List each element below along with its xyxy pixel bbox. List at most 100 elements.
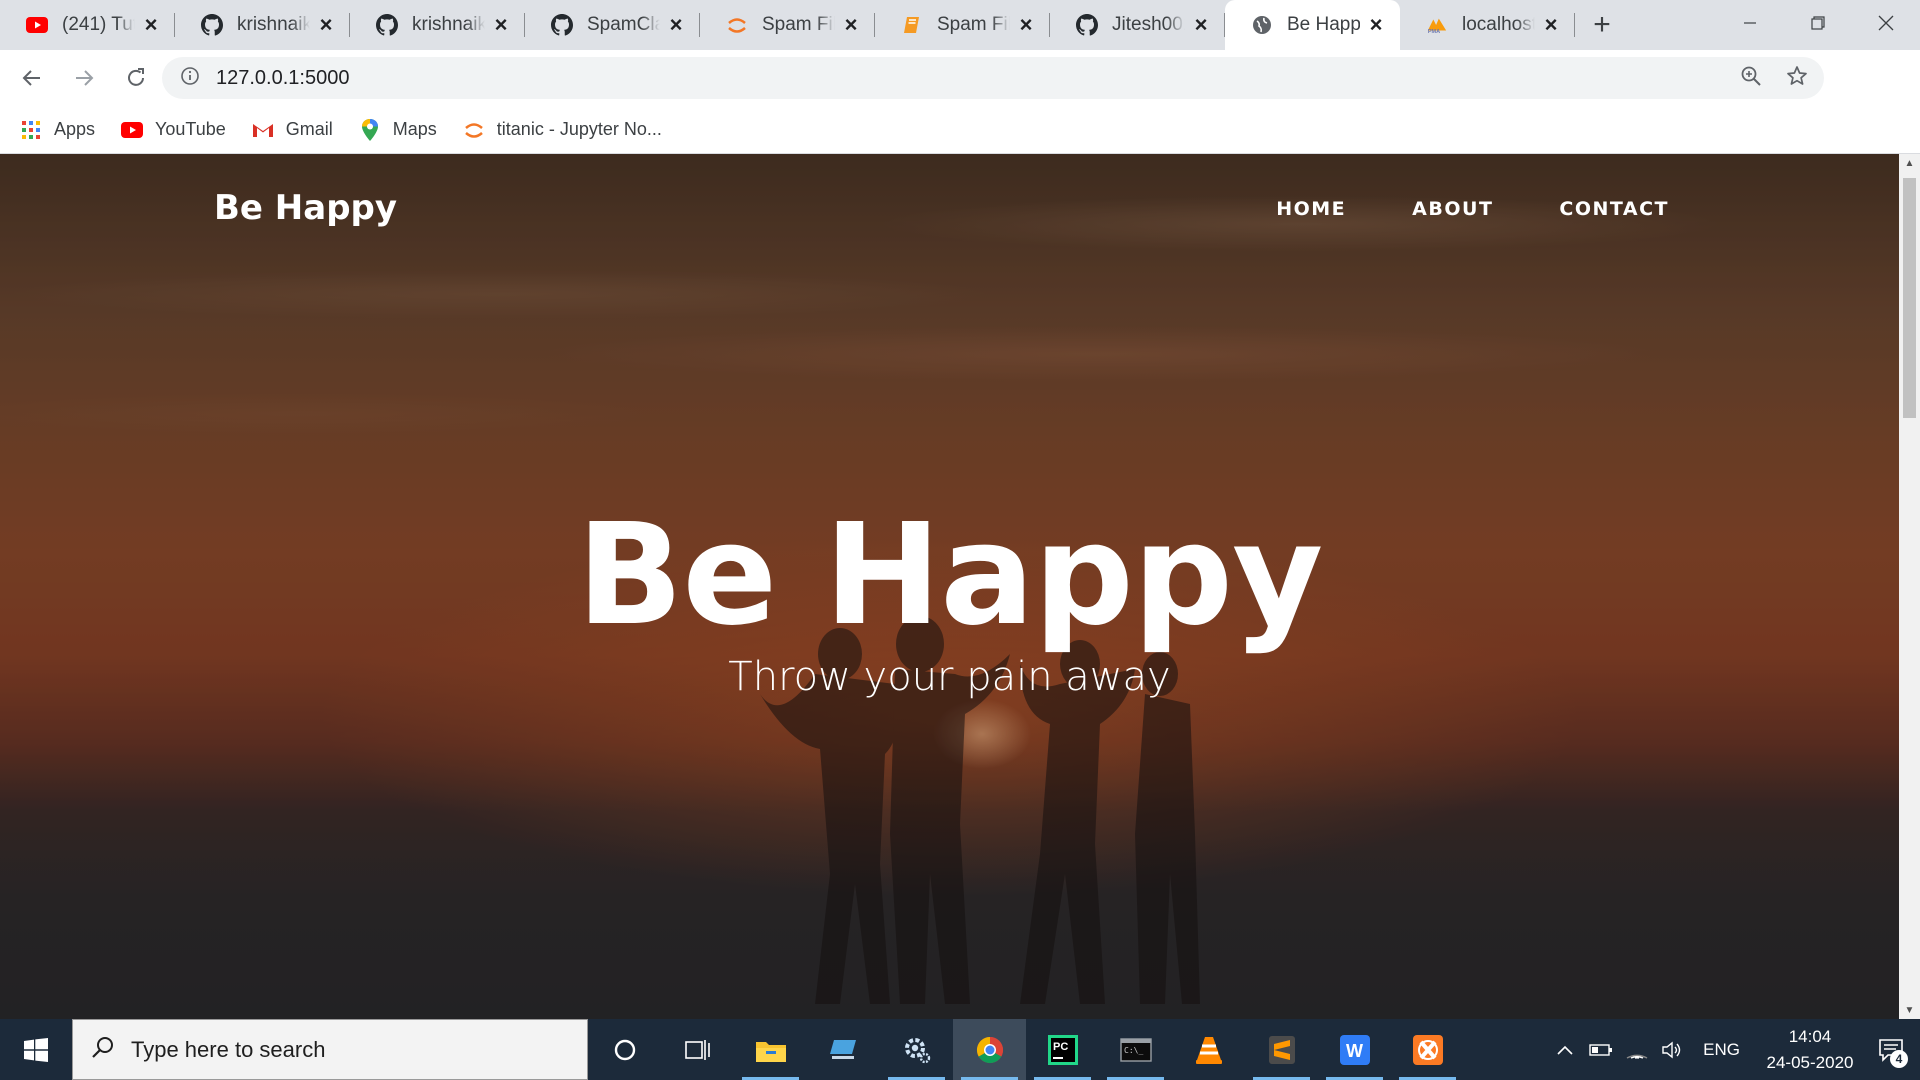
clock[interactable]: 14:04 24-05-2020	[1758, 1024, 1862, 1076]
tab-title: krishnaik0	[237, 14, 310, 35]
close-tab-icon[interactable]: ×	[491, 12, 511, 37]
page-viewport: Be Happy HOME ABOUT CONTACT Be Happy Thr…	[0, 154, 1899, 1019]
windows-logo-icon	[24, 1037, 48, 1062]
github-icon	[376, 14, 398, 36]
bookmark-maps[interactable]: Maps	[359, 118, 437, 141]
wifi-icon[interactable]	[1619, 1019, 1655, 1080]
tab-jupyter-spam-filter[interactable]: Spam Filte ×	[700, 0, 875, 50]
tab-title: krishnaik0	[412, 14, 485, 35]
chrome-icon[interactable]	[953, 1019, 1026, 1080]
pycharm-icon[interactable]: PC	[1026, 1019, 1099, 1080]
notification-count-badge: 4	[1890, 1050, 1908, 1068]
tab-github-krishnaik-1[interactable]: krishnaik0 ×	[175, 0, 350, 50]
close-tab-icon[interactable]: ×	[1366, 12, 1386, 37]
globe-icon	[1251, 14, 1273, 36]
bookmark-titanic-jupyter[interactable]: titanic - Jupyter No...	[463, 119, 662, 141]
page-scrollbar[interactable]: ▲ ▼	[1899, 154, 1920, 1019]
gmail-icon	[252, 119, 274, 141]
chevron-up-icon[interactable]	[1547, 1019, 1583, 1080]
forward-button[interactable]	[64, 58, 104, 98]
nav-about-link[interactable]: ABOUT	[1412, 198, 1493, 220]
nav-contact-link[interactable]: CONTACT	[1559, 198, 1669, 220]
youtube-icon	[121, 119, 144, 141]
terminal-icon[interactable]: C:\_	[1099, 1019, 1172, 1080]
reload-button[interactable]	[116, 58, 156, 98]
network-pc-icon[interactable]	[807, 1019, 880, 1080]
scrollbar-thumb[interactable]	[1903, 178, 1916, 418]
address-bar[interactable]: 127.0.0.1:5000	[162, 57, 1824, 99]
tab-title: SpamClas	[587, 14, 660, 35]
bookmarks-bar: Apps YouTube Gmail Maps titanic - Jupyte…	[0, 106, 1920, 154]
close-tab-icon[interactable]: ×	[666, 12, 686, 37]
close-tab-icon[interactable]: ×	[1191, 12, 1211, 37]
bookmark-apps[interactable]: Apps	[20, 119, 95, 141]
search-icon	[91, 1035, 115, 1064]
search-placeholder: Type here to search	[131, 1036, 326, 1062]
arrow-right-icon	[76, 70, 94, 86]
scroll-down-arrow-icon[interactable]: ▼	[1899, 1001, 1920, 1019]
xampp-icon[interactable]	[1391, 1019, 1464, 1080]
close-tab-icon[interactable]: ×	[1541, 12, 1561, 37]
battery-icon[interactable]	[1583, 1019, 1619, 1080]
clock-date: 24-05-2020	[1766, 1052, 1854, 1072]
tab-github-jitesh[interactable]: Jitesh001/ ×	[1050, 0, 1225, 50]
hero-title: Be Happy	[576, 494, 1324, 657]
language-indicator[interactable]: ENG	[1703, 1040, 1740, 1060]
site-nav-links: HOME ABOUT CONTACT	[1276, 198, 1669, 220]
windows-taskbar: Type here to search PC C:\_ W ENG 14:04 …	[0, 1019, 1920, 1080]
bookmark-label: Gmail	[285, 119, 333, 139]
action-center-button[interactable]: 4	[1862, 1019, 1920, 1080]
tab-title: Spam Filte	[937, 14, 1010, 35]
cortana-icon[interactable]	[588, 1019, 661, 1080]
scroll-up-arrow-icon[interactable]: ▲	[1899, 154, 1920, 172]
sublime-icon[interactable]	[1245, 1019, 1318, 1080]
bookmark-label: titanic - Jupyter No...	[496, 119, 662, 139]
close-tab-icon[interactable]: ×	[1016, 12, 1036, 37]
arrow-left-icon	[22, 70, 40, 86]
tab-notebook-spam-filter[interactable]: Spam Filte ×	[875, 0, 1050, 50]
minimize-button[interactable]	[1716, 0, 1784, 46]
bookmark-gmail[interactable]: Gmail	[252, 119, 333, 141]
info-icon[interactable]	[180, 66, 200, 91]
tab-github-krishnaik-2[interactable]: krishnaik0 ×	[350, 0, 525, 50]
bookmark-youtube[interactable]: YouTube	[121, 119, 226, 141]
back-button[interactable]	[12, 58, 52, 98]
system-tray: ENG 14:04 24-05-2020 4	[1547, 1019, 1920, 1080]
volume-icon[interactable]	[1655, 1019, 1691, 1080]
close-tab-icon[interactable]: ×	[316, 12, 336, 37]
book-icon	[901, 14, 923, 36]
site-brand[interactable]: Be Happy	[214, 188, 397, 228]
site-navbar: Be Happy HOME ABOUT CONTACT	[0, 154, 1899, 264]
wps-writer-icon[interactable]: W	[1318, 1019, 1391, 1080]
nav-home-link[interactable]: HOME	[1276, 198, 1346, 220]
bookmark-label: Apps	[54, 119, 96, 139]
tab-localhost[interactable]: PMA localhost ×	[1400, 0, 1575, 50]
bookmark-star-icon[interactable]	[1786, 65, 1808, 92]
svg-text:PC: PC	[1053, 1041, 1068, 1053]
tab-title: Spam Filte	[762, 14, 835, 35]
zoom-icon[interactable]	[1740, 65, 1762, 92]
start-button[interactable]	[0, 1019, 72, 1080]
tab-title: Jitesh001/	[1112, 14, 1185, 35]
tab-github-spamclass[interactable]: SpamClas ×	[525, 0, 700, 50]
bookmark-label: YouTube	[155, 119, 226, 139]
restore-button[interactable]	[1784, 0, 1852, 46]
settings-gear-icon[interactable]	[880, 1019, 953, 1080]
new-tab-button[interactable]: +	[1579, 0, 1625, 50]
hero-subtitle: Throw your pain away	[728, 654, 1171, 700]
svg-text:W: W	[1346, 1041, 1363, 1061]
github-icon	[551, 14, 573, 36]
jupyter-icon	[463, 119, 485, 141]
youtube-icon	[26, 14, 48, 36]
file-explorer-icon[interactable]	[734, 1019, 807, 1080]
taskbar-search-box[interactable]: Type here to search	[72, 1019, 588, 1080]
task-view-icon[interactable]	[661, 1019, 734, 1080]
url-text[interactable]: 127.0.0.1:5000	[216, 67, 349, 90]
vlc-icon[interactable]	[1172, 1019, 1245, 1080]
reload-icon	[128, 68, 144, 86]
close-tab-icon[interactable]: ×	[141, 12, 161, 37]
tab-youtube[interactable]: (241) Tuto ×	[0, 0, 175, 50]
close-tab-icon[interactable]: ×	[841, 12, 861, 37]
close-window-button[interactable]	[1852, 0, 1920, 46]
tab-be-happy[interactable]: Be Happy ×	[1225, 0, 1400, 50]
